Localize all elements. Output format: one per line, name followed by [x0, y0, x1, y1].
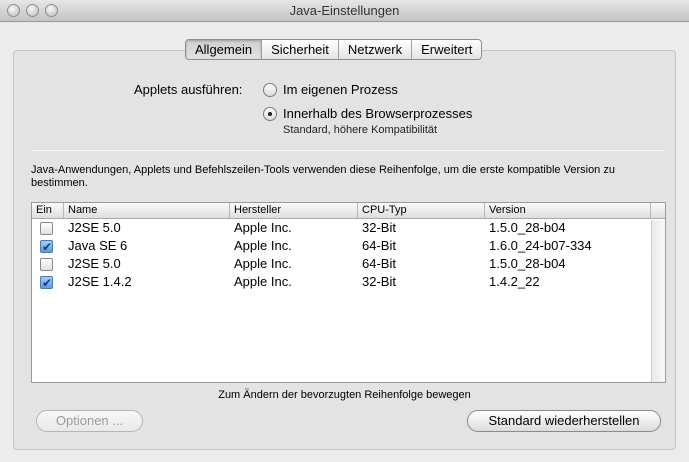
zoom-window-button[interactable] [45, 4, 58, 17]
minimize-window-button[interactable] [26, 4, 39, 17]
radio-browser-process[interactable]: Innerhalb des Browserprozesses [263, 106, 472, 121]
tab-sicherheit[interactable]: Sicherheit [262, 40, 339, 59]
enabled-cell [32, 273, 64, 291]
radio-browser-process-label: Innerhalb des Browserprozesses [283, 106, 473, 121]
header-spacer [651, 203, 665, 218]
tab-bar: Allgemein Sicherheit Netzwerk Erweitert [185, 39, 483, 60]
reorder-hint: Zum Ändern der bevorzugten Reihenfolge b… [218, 389, 471, 401]
version-order-description: Java-Anwendungen, Applets und Befehlszei… [31, 164, 615, 189]
vendor-cell: Apple Inc. [234, 238, 292, 253]
table-row[interactable]: J2SE 5.0 Apple Inc. 64-Bit 1.5.0_28-b04 [32, 255, 665, 273]
table-row[interactable]: Java SE 6 Apple Inc. 64-Bit 1.6.0_24-b07… [32, 237, 665, 255]
vendor-cell: Apple Inc. [234, 256, 292, 271]
header-name[interactable]: Name [64, 203, 230, 218]
cpu-cell: 64-Bit [362, 238, 396, 253]
window-content: Allgemein Sicherheit Netzwerk Erweitert … [0, 23, 689, 462]
cpu-cell: 64-Bit [362, 256, 396, 271]
table-row[interactable]: J2SE 5.0 Apple Inc. 32-Bit 1.5.0_28-b04 [32, 219, 665, 237]
table-header: Ein Name Hersteller CPU-Typ Version [32, 203, 665, 219]
header-enabled[interactable]: Ein [32, 203, 64, 218]
window-title: Java-Einstellungen [289, 3, 400, 18]
radio-own-process-label: Im eigenen Prozess [283, 82, 398, 97]
cpu-cell: 32-Bit [362, 220, 396, 235]
version-cell: 1.5.0_28-b04 [489, 220, 566, 235]
enabled-cell [32, 237, 64, 255]
options-button[interactable]: Optionen ... [36, 410, 143, 432]
radio-button[interactable] [263, 82, 277, 97]
vertical-scrollbar[interactable] [651, 220, 665, 382]
window-controls [7, 4, 58, 17]
separator [31, 150, 665, 151]
tab-allgemein[interactable]: Allgemein [186, 40, 263, 59]
radio-browser-process-note: Standard, höhere Kompatibilität [283, 124, 438, 136]
name-cell: Java SE 6 [68, 238, 128, 253]
name-cell: J2SE 5.0 [68, 220, 121, 235]
name-cell: J2SE 1.4.2 [68, 274, 132, 289]
tab-erweitert[interactable]: Erweitert [412, 40, 481, 59]
java-versions-table: Ein Name Hersteller CPU-Typ Version J2SE… [31, 202, 666, 383]
header-vendor[interactable]: Hersteller [230, 203, 358, 218]
header-cpu[interactable]: CPU-Typ [358, 203, 485, 218]
applets-label: Applets ausführen: [134, 82, 243, 97]
vendor-cell: Apple Inc. [234, 274, 292, 289]
enable-checkbox-checked[interactable] [40, 238, 53, 255]
enable-checkbox[interactable] [40, 257, 53, 271]
tab-netzwerk[interactable]: Netzwerk [339, 40, 413, 59]
version-cell: 1.6.0_24-b07-334 [489, 238, 592, 253]
title-bar: Java-Einstellungen [0, 0, 689, 22]
enable-checkbox-checked[interactable] [40, 274, 53, 291]
table-row[interactable]: J2SE 1.4.2 Apple Inc. 32-Bit 1.4.2_22 [32, 273, 665, 291]
vendor-cell: Apple Inc. [234, 220, 292, 235]
close-window-button[interactable] [7, 4, 20, 17]
restore-defaults-button[interactable]: Standard wiederherstellen [467, 410, 661, 432]
version-cell: 1.4.2_22 [489, 274, 540, 289]
cpu-cell: 32-Bit [362, 274, 396, 289]
enable-checkbox[interactable] [40, 221, 53, 235]
radio-button-selected[interactable] [263, 106, 277, 121]
radio-own-process[interactable]: Im eigenen Prozess [263, 82, 398, 97]
name-cell: J2SE 5.0 [68, 256, 121, 271]
header-version[interactable]: Version [485, 203, 651, 218]
enabled-cell [32, 255, 64, 273]
enabled-cell [32, 219, 64, 237]
version-cell: 1.5.0_28-b04 [489, 256, 566, 271]
